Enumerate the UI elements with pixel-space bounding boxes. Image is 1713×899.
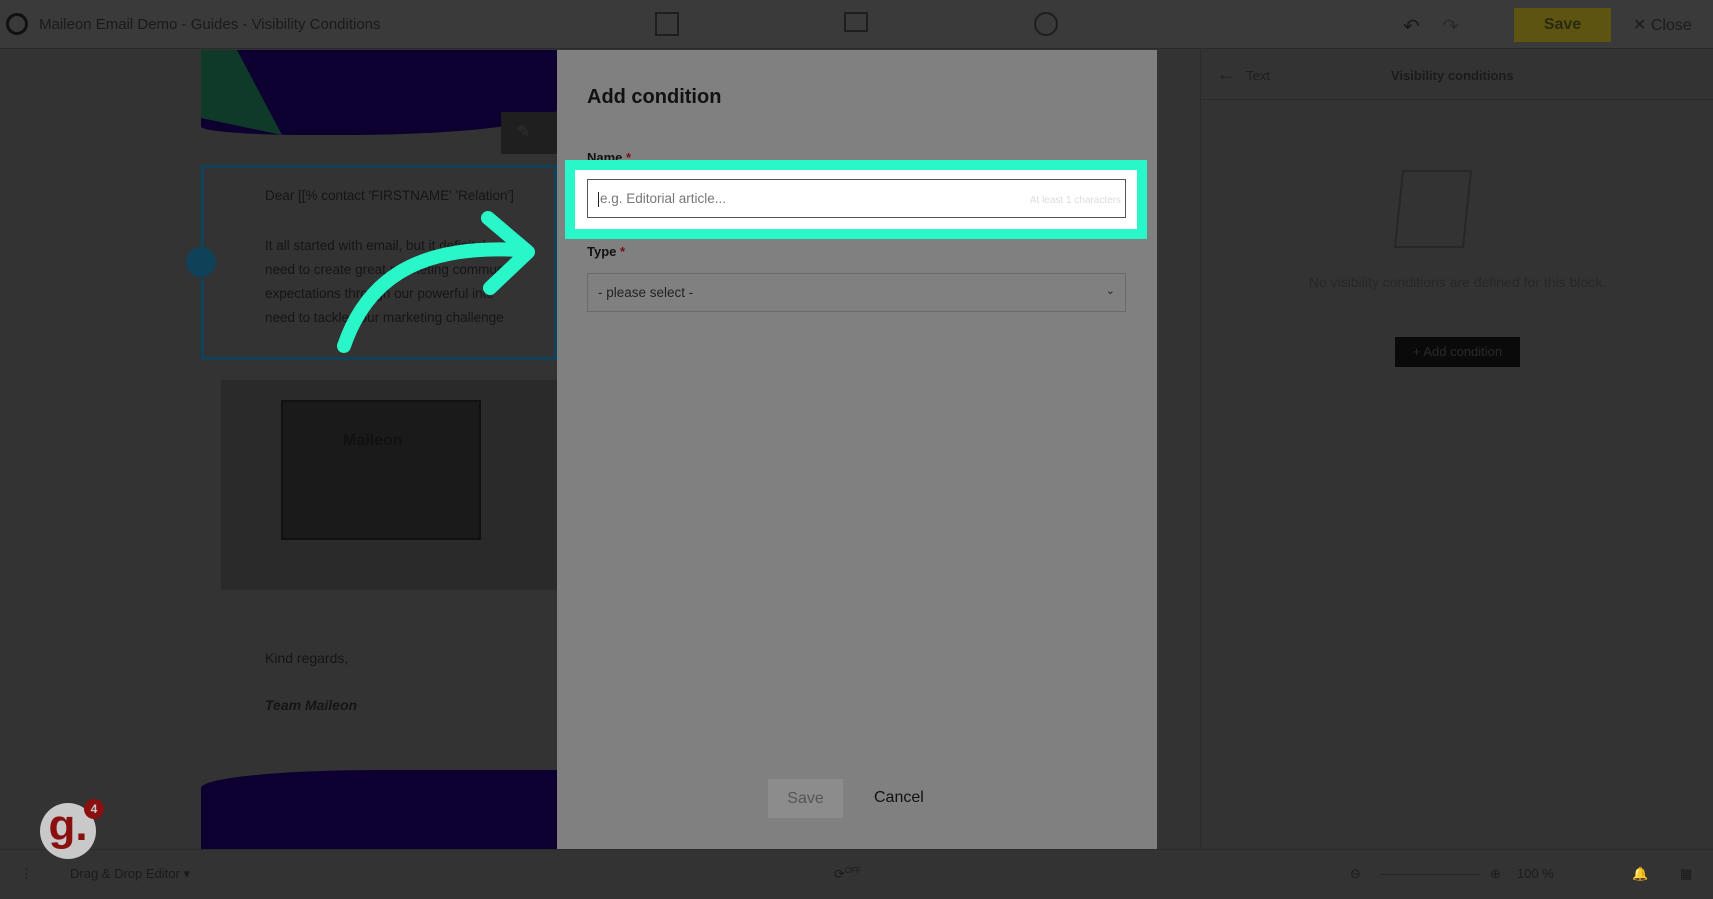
name-placeholder: e.g. Editorial article...	[600, 191, 727, 206]
back-arrow-icon[interactable]: ←	[1217, 64, 1235, 85]
zoom-out-icon[interactable]: ⊖	[1350, 866, 1361, 882]
guide-assistant-badge[interactable]: g. 4	[40, 799, 104, 859]
email-canvas[interactable]: Dear [[% contact 'FIRSTNAME' 'Relation']…	[201, 50, 557, 849]
dialog-title: Add condition	[587, 86, 722, 108]
dialog-save-button[interactable]: Save	[768, 779, 843, 818]
edit-block-button[interactable]: ✎	[501, 112, 557, 154]
save-button[interactable]: Save	[1514, 8, 1611, 42]
visibility-conditions-panel: ← Text Visibility conditions No visibili…	[1200, 50, 1713, 849]
apps-grid-icon[interactable]: ▦	[1680, 866, 1692, 882]
add-condition-button[interactable]: + Add condition	[1395, 337, 1520, 367]
guide-arrow-icon	[337, 211, 535, 353]
empty-folder-icon	[1393, 170, 1473, 248]
settings-gear-icon[interactable]	[1034, 12, 1058, 36]
dialog-cancel-button[interactable]: Cancel	[874, 789, 924, 807]
footer-graphic	[201, 770, 557, 849]
close-icon: ✕	[1633, 17, 1651, 34]
maileon-logo-icon	[6, 13, 28, 35]
notification-count: 4	[84, 799, 104, 819]
close-button[interactable]: ✕ Close	[1633, 15, 1692, 35]
name-hint: At least 1 characters	[1029, 195, 1121, 206]
type-label: Type *	[587, 244, 626, 259]
top-toolbar: Maileon Email Demo - Guides - Visibility…	[0, 0, 1713, 49]
zoom-level: 100 %	[1517, 866, 1554, 881]
redo-icon[interactable]: ↷	[1442, 14, 1459, 39]
block-handle[interactable]	[186, 247, 216, 277]
zoom-in-icon[interactable]: ⊕	[1490, 866, 1501, 882]
layout-icon[interactable]	[655, 12, 679, 36]
autosave-toggle[interactable]: ⟳OFF	[834, 866, 861, 882]
back-link[interactable]: Text	[1246, 68, 1270, 83]
undo-icon[interactable]: ↶	[1403, 14, 1420, 39]
type-select[interactable]: - please select - ⌄	[587, 273, 1126, 312]
more-options-icon[interactable]: ⋮	[20, 866, 33, 882]
notifications-bell-icon[interactable]: 🔔	[1632, 866, 1648, 882]
zoom-slider[interactable]	[1380, 874, 1480, 875]
pencil-icon: ✎	[517, 124, 531, 141]
app-title: Maileon Email Demo - Guides - Visibility…	[39, 16, 381, 33]
panel-title: Visibility conditions	[1391, 68, 1514, 83]
name-input[interactable]: e.g. Editorial article... At least 1 char…	[587, 179, 1126, 218]
desktop-preview-icon[interactable]	[844, 12, 868, 32]
bottom-bar: ⋮ Drag & Drop Editor ▾ ⟳OFF ⊖ ⊕ 100 % 🔔 …	[0, 849, 1713, 899]
closing-text: Kind regards,	[265, 650, 349, 666]
add-condition-dialog: Add condition Name * e.g. Editorial arti…	[557, 50, 1157, 849]
laptop-image: Maileon	[221, 380, 557, 590]
editor-mode-dropdown[interactable]: Drag & Drop Editor ▾	[70, 866, 190, 882]
empty-state-text: No visibility conditions are defined for…	[1308, 274, 1607, 290]
signature-text: Team Maileon	[265, 697, 358, 713]
chevron-down-icon: ⌄	[1105, 285, 1115, 297]
